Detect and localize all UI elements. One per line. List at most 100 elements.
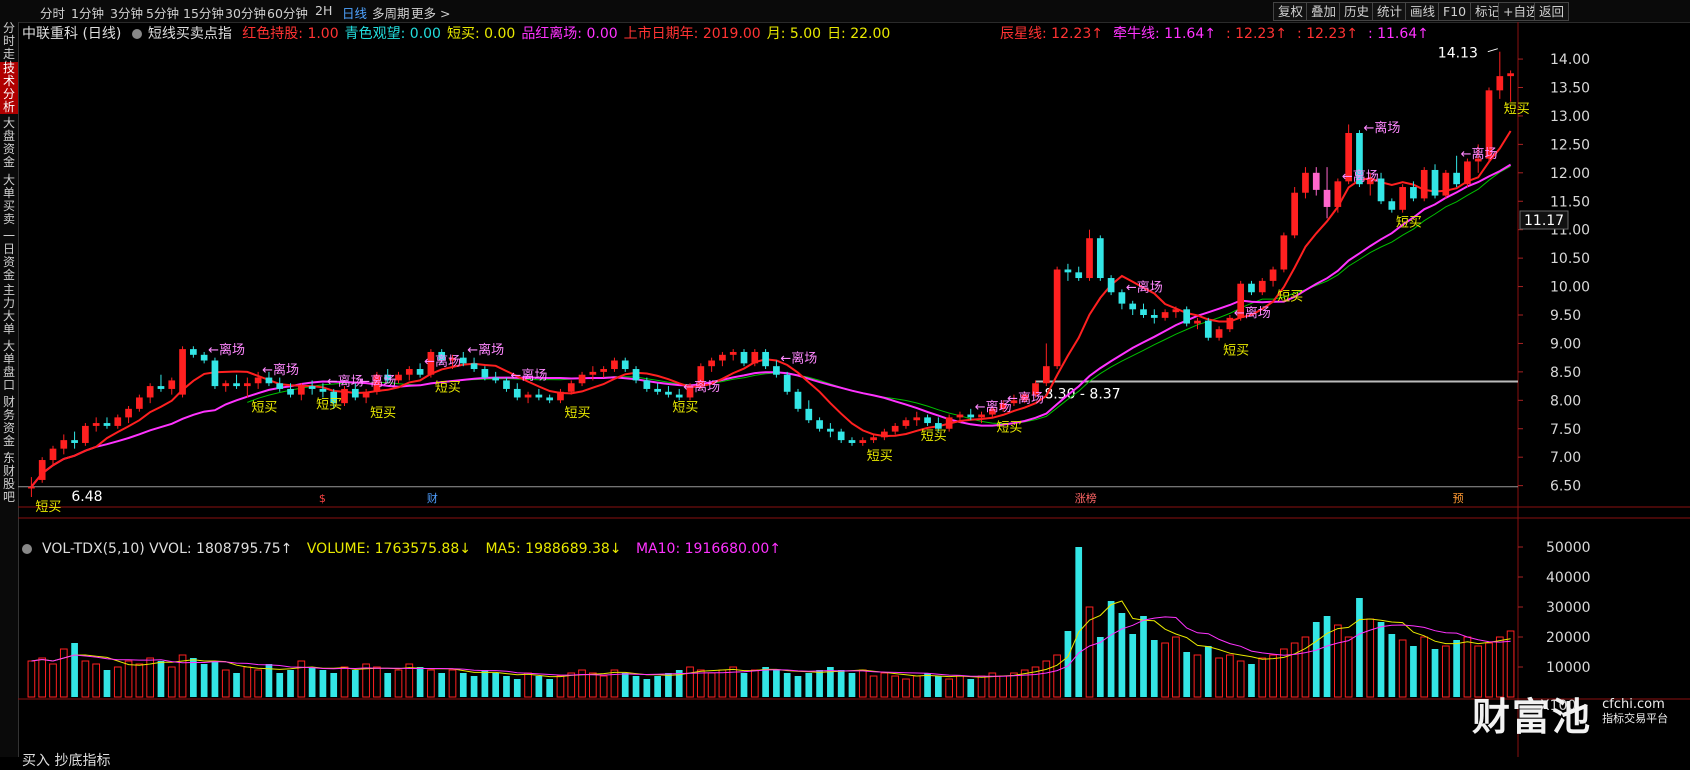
info-item-5: 月: 5.00 (766, 26, 822, 42)
nav-item-5[interactable]: 主力大单 (0, 284, 18, 338)
indicator-name[interactable]: 短线买卖点指 (148, 26, 232, 42)
toolbar-button-1[interactable]: 叠加 (1306, 2, 1342, 21)
bottom-indicator[interactable]: 买入 抄底指标 (22, 750, 110, 770)
volume-bar (1161, 642, 1169, 698)
settings-gear-icon[interactable] (22, 544, 32, 554)
candle-body (578, 374, 586, 384)
exit-signal: ←离场 (467, 342, 504, 358)
volume-bar (956, 675, 964, 698)
period-6[interactable]: 60分钟 (267, 3, 308, 22)
high-price-label: 14.13 (1438, 46, 1478, 62)
nav-item-8[interactable]: 东财股吧 (0, 452, 18, 504)
candle-body (589, 371, 597, 375)
volume-bar (492, 673, 500, 697)
volume-bar (902, 678, 910, 698)
volume-ma5: MA5: 1988689.38↓ (485, 541, 622, 557)
nav-item-0[interactable]: 分时走势 (0, 22, 18, 74)
toolbar-button-0[interactable]: 复权 (1273, 2, 1309, 21)
exit-signal: ←离场 (208, 342, 245, 358)
watermark-logo: 财富池 cfchi.com 指标交易平台 (1472, 686, 1668, 741)
toolbar-button-8[interactable]: 返回 (1534, 2, 1570, 21)
nav-item-2[interactable]: 大盘资金 (0, 117, 18, 171)
toolbar-button-2[interactable]: 历史 (1339, 2, 1375, 21)
candle-body (1323, 189, 1331, 207)
volume-bar (103, 670, 111, 697)
price-axis-label: 8.00 (1550, 393, 1581, 409)
price-axis-label: 11.50 (1550, 194, 1590, 210)
info-item-1: 青色观望: 0.00 (344, 26, 441, 42)
exit-signal: ←离场 (1363, 120, 1400, 136)
volume-bar (773, 670, 780, 697)
volume-bar (665, 673, 672, 697)
nav-item-7[interactable]: 财务资金 (0, 396, 18, 450)
volume-bar (287, 670, 294, 697)
volume-bar (1010, 672, 1018, 698)
volume-bar (1258, 657, 1267, 698)
volume-title[interactable]: VOL-TDX(5,10) VVOL: 1808795.75↑ (42, 541, 292, 557)
candle-body (211, 360, 219, 387)
volume-bar (340, 666, 349, 698)
candle-body (1269, 269, 1277, 281)
candle-body (935, 423, 942, 429)
volume-bar (276, 673, 284, 697)
period-4[interactable]: 15分钟 (183, 3, 224, 22)
volume-axis-label: 40000 (1546, 570, 1591, 586)
volume-ma5-line (31, 600, 1511, 678)
low-price-label: 6.48 (71, 489, 102, 505)
ma-magenta-line (30, 163, 1512, 488)
price-axis-label: 10.00 (1550, 280, 1590, 296)
period-1[interactable]: 1分钟 (71, 3, 104, 22)
nav-item-4[interactable]: 一日资金 (0, 230, 18, 282)
volume-axis-label: 20000 (1546, 630, 1591, 646)
period-9[interactable]: 多周期 (372, 3, 410, 22)
period-0[interactable]: 分时 (40, 3, 65, 22)
buy-signal: 短买 (996, 420, 1022, 435)
period-5[interactable]: 30分钟 (225, 3, 266, 22)
volume-info-line: VOL-TDX(5,10) VVOL: 1808795.75↑ VOLUME: … (22, 541, 791, 557)
volume-bar (1075, 547, 1083, 697)
candle-body (1496, 76, 1504, 91)
volume-bar (448, 669, 457, 698)
volume-bar (1204, 646, 1212, 697)
exit-signal: ←离场 (683, 379, 720, 395)
candle-body (1258, 280, 1266, 293)
toolbar-button-4[interactable]: 画线 (1405, 2, 1441, 21)
volume-bar (546, 679, 554, 697)
candle-body (513, 388, 521, 398)
candle-body (643, 380, 651, 389)
period-8[interactable]: 日线 (342, 3, 367, 22)
period-3[interactable]: 5分钟 (146, 3, 179, 22)
price-axis-label: 7.00 (1550, 450, 1581, 466)
volume-bar (654, 676, 661, 697)
period-2[interactable]: 3分钟 (110, 3, 143, 22)
info-right-item-1: 牵牛线: 11.64↑ (1112, 26, 1216, 42)
candle-body (1215, 329, 1223, 338)
nav-item-6[interactable]: 大单盘口 (0, 340, 18, 394)
candle-body (308, 386, 316, 389)
volume-bar (567, 672, 576, 698)
period-7[interactable]: 2H (315, 3, 332, 18)
candle-body (881, 431, 888, 438)
chart-area: 14.0013.5013.0012.5012.0011.5011.0010.50… (18, 22, 1690, 757)
period-10[interactable]: 更多 > (411, 3, 450, 22)
candle-body (1226, 317, 1234, 330)
volume-bar (513, 679, 521, 697)
toolbar-button-5[interactable]: F10 (1438, 2, 1472, 21)
toolbar-button-3[interactable]: 统计 (1372, 2, 1408, 21)
exit-signal: ←离场 (1234, 305, 1271, 321)
candle-body (200, 354, 208, 361)
exit-signal: ←离场 (359, 373, 396, 389)
volume-bar (1398, 639, 1407, 698)
candle-body (481, 369, 489, 378)
stock-title[interactable]: 中联重科 (日线) (22, 26, 121, 42)
volume-bar (794, 676, 802, 697)
candle-body (1118, 292, 1126, 304)
settings-gear-icon[interactable] (131, 29, 142, 39)
nav-item-1[interactable]: 技术分析 (0, 62, 18, 114)
info-right-item-3: : 12.23↑ (1296, 26, 1358, 42)
volume-bar (481, 670, 489, 697)
candle-body (773, 366, 780, 375)
nav-item-3[interactable]: 大单买卖 (0, 174, 18, 228)
candle-body (632, 369, 640, 381)
candle-body (535, 394, 543, 398)
